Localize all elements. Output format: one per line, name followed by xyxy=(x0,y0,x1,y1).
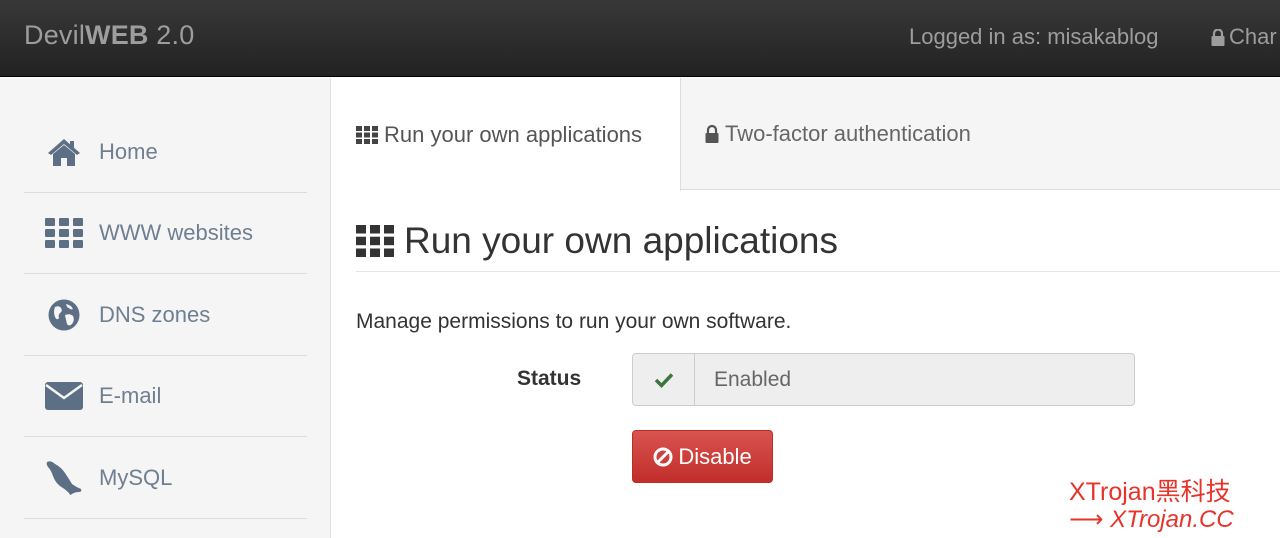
disable-button-label: Disable xyxy=(678,443,752,469)
ban-icon xyxy=(653,447,673,466)
tab-label: Two-factor authentication xyxy=(725,121,971,146)
dolphin-icon xyxy=(24,459,99,497)
disable-button[interactable]: Disable xyxy=(632,430,773,483)
globe-icon xyxy=(24,299,99,331)
grid-icon xyxy=(24,217,99,248)
top-navbar: DevilWEB 2.0 Logged in as: misakablog Ch… xyxy=(0,0,1280,77)
sidebar-item-label: DNS zones xyxy=(99,301,211,327)
change-label: Char xyxy=(1229,24,1277,49)
tab-run-your-own-applications[interactable]: Run your own applications xyxy=(332,78,681,191)
page-description: Manage permissions to run your own softw… xyxy=(356,310,792,333)
tab-label: Run your own applications xyxy=(384,121,643,147)
brand-light: Devil xyxy=(24,20,86,50)
sidebar-item-label: Home xyxy=(99,138,158,164)
grid-icon xyxy=(356,125,378,144)
sidebar-item-label: E-mail xyxy=(99,382,162,408)
sidebar-item-label: WWW websites xyxy=(99,219,253,245)
page-title-text: Run your own applications xyxy=(404,220,838,261)
watermark-line1: XTrojan黑科技 xyxy=(1069,478,1231,506)
brand-bold: WEB xyxy=(85,20,149,50)
check-icon xyxy=(633,354,695,405)
status-label: Status xyxy=(517,367,582,390)
brand-version: 2.0 xyxy=(148,20,195,50)
sidebar-item-dns-zones[interactable]: DNS zones xyxy=(24,274,307,356)
sidebar-item-home[interactable]: Home xyxy=(24,111,307,193)
grid-icon xyxy=(356,225,394,257)
sidebar-item-mysql[interactable]: MySQL xyxy=(24,437,307,519)
sidebar-item-www-websites[interactable]: WWW websites xyxy=(24,192,307,274)
divider xyxy=(356,271,1280,272)
sidebar: Home WWW websites DNS zones E-mail MySQL xyxy=(0,78,331,538)
envelope-icon xyxy=(24,381,99,410)
change-password-link[interactable]: Char xyxy=(1211,24,1277,50)
tab-two-factor-authentication[interactable]: Two-factor authentication xyxy=(705,78,971,190)
lock-icon xyxy=(1211,28,1225,46)
lock-icon xyxy=(705,125,719,143)
sidebar-item-label: MySQL xyxy=(99,464,173,490)
tab-bar: Run your own applications Two-factor aut… xyxy=(332,78,1280,191)
sidebar-item-e-mail[interactable]: E-mail xyxy=(24,355,307,437)
page-title: Run your own applications xyxy=(356,220,838,262)
status-value: Enabled xyxy=(714,367,792,391)
home-icon xyxy=(24,138,99,166)
brand-logo[interactable]: DevilWEB 2.0 xyxy=(24,20,194,51)
logged-in-user[interactable]: Logged in as: misakablog xyxy=(909,24,1159,50)
status-field: Enabled xyxy=(632,353,1135,406)
watermark-line2: ⟶ XTrojan.CC xyxy=(1069,506,1234,533)
